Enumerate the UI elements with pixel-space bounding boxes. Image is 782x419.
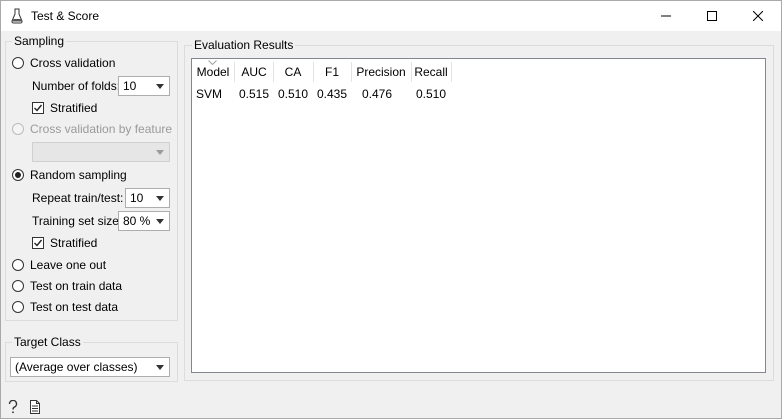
cross-validation-option[interactable]: Cross validation bbox=[12, 54, 115, 72]
cv-by-feature-option[interactable]: Cross validation by feature bbox=[12, 120, 172, 138]
cv-feature-select[interactable] bbox=[32, 142, 170, 162]
test-on-test-option[interactable]: Test on test data bbox=[12, 298, 118, 316]
stratified-option-2[interactable]: Stratified bbox=[32, 234, 97, 252]
cell-model: SVM bbox=[196, 87, 223, 101]
minimize-icon bbox=[661, 15, 671, 17]
target-class-select[interactable]: (Average over classes) bbox=[10, 357, 170, 377]
evaluation-results-title: Evaluation Results bbox=[192, 38, 296, 52]
stratified-checkbox-2[interactable] bbox=[32, 237, 44, 249]
training-set-size-row: Training set size: bbox=[32, 212, 122, 230]
test-and-score-window: Test & Score Sampling Cross validation N… bbox=[0, 0, 782, 419]
report-icon[interactable] bbox=[29, 400, 41, 414]
cell-precision: 0.476 bbox=[361, 87, 393, 101]
maximize-icon bbox=[707, 11, 717, 21]
cell-auc: 0.515 bbox=[238, 87, 270, 101]
training-set-size-label: Training set size: bbox=[32, 214, 123, 228]
chevron-down-icon bbox=[156, 196, 164, 201]
title-bar: Test & Score bbox=[1, 1, 781, 31]
column-header-model[interactable]: Model bbox=[194, 62, 232, 82]
repeat-train-test-select[interactable]: 10 bbox=[125, 188, 170, 208]
chevron-down-icon bbox=[156, 219, 164, 224]
number-of-folds-row: Number of folds: bbox=[32, 77, 120, 95]
checkmark-icon bbox=[34, 239, 43, 247]
test-on-train-option[interactable]: Test on train data bbox=[12, 277, 122, 295]
leave-one-out-option[interactable]: Leave one out bbox=[12, 256, 106, 274]
cross-validation-radio[interactable] bbox=[12, 57, 24, 69]
window-title: Test & Score bbox=[31, 9, 100, 23]
target-class-group-title: Target Class bbox=[12, 335, 83, 349]
number-of-folds-select[interactable]: 10 bbox=[118, 76, 170, 96]
close-icon bbox=[753, 11, 763, 21]
repeat-train-test-row: Repeat train/test: bbox=[32, 189, 123, 207]
test-on-train-radio[interactable] bbox=[12, 280, 24, 292]
cell-f1: 0.435 bbox=[316, 87, 348, 101]
cross-validation-label: Cross validation bbox=[30, 56, 116, 70]
stratified-label-1: Stratified bbox=[50, 101, 98, 115]
column-header-recall[interactable]: Recall bbox=[412, 62, 450, 82]
number-of-folds-label: Number of folds: bbox=[32, 79, 121, 93]
random-sampling-label: Random sampling bbox=[30, 168, 127, 182]
random-sampling-radio[interactable] bbox=[12, 169, 24, 181]
training-set-size-value: 80 % bbox=[123, 214, 151, 228]
random-sampling-option[interactable]: Random sampling bbox=[12, 166, 127, 184]
stratified-option-1[interactable]: Stratified bbox=[32, 99, 97, 117]
cell-ca: 0.510 bbox=[277, 87, 309, 101]
evaluation-results-table[interactable]: Model AUC CA F1 Precision Recall SVM 0.5… bbox=[191, 58, 766, 373]
minimize-button[interactable] bbox=[643, 1, 689, 31]
column-header-precision[interactable]: Precision bbox=[352, 62, 410, 82]
stratified-label-2: Stratified bbox=[50, 236, 98, 250]
sampling-group-title: Sampling bbox=[12, 34, 67, 48]
close-button[interactable] bbox=[735, 1, 781, 31]
cell-recall: 0.510 bbox=[415, 87, 447, 101]
test-on-test-radio[interactable] bbox=[12, 301, 24, 313]
leave-one-out-label: Leave one out bbox=[30, 258, 107, 272]
chevron-down-icon bbox=[156, 84, 164, 89]
chevron-down-icon bbox=[156, 150, 164, 155]
checkmark-icon bbox=[34, 104, 43, 112]
target-class-value: (Average over classes) bbox=[15, 360, 138, 374]
column-header-auc[interactable]: AUC bbox=[236, 62, 272, 82]
repeat-train-test-label: Repeat train/test: bbox=[32, 191, 124, 205]
column-header-f1[interactable]: F1 bbox=[314, 62, 350, 82]
cv-by-feature-radio[interactable] bbox=[12, 123, 24, 135]
column-header-ca[interactable]: CA bbox=[274, 62, 312, 82]
app-icon bbox=[11, 8, 23, 24]
repeat-train-test-value: 10 bbox=[130, 191, 144, 205]
chevron-down-icon bbox=[156, 365, 164, 370]
stratified-checkbox-1[interactable] bbox=[32, 102, 44, 114]
leave-one-out-radio[interactable] bbox=[12, 259, 24, 271]
test-on-test-label: Test on test data bbox=[30, 300, 119, 314]
column-divider bbox=[234, 62, 235, 82]
number-of-folds-value: 10 bbox=[123, 79, 137, 93]
cv-by-feature-label: Cross validation by feature bbox=[30, 122, 173, 136]
test-on-train-label: Test on train data bbox=[30, 279, 123, 293]
column-divider bbox=[451, 62, 452, 82]
maximize-button[interactable] bbox=[689, 1, 735, 31]
training-set-size-select[interactable]: 80 % bbox=[118, 211, 170, 231]
help-icon[interactable] bbox=[7, 400, 19, 414]
